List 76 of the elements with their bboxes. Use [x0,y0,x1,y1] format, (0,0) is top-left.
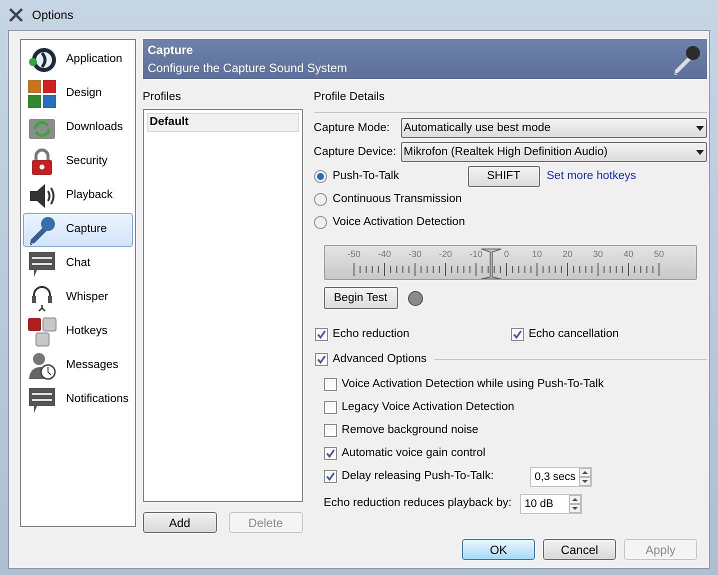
dropdown[interactable]: Mikrofon (Realtek High Definition Audio) [400,142,707,162]
scale-label: 50 [654,249,664,260]
category-item[interactable]: Playback [23,179,133,213]
speech-bubble-icon [27,249,57,279]
speech-bubble-icon [27,385,57,415]
dialog-button[interactable]: OK [462,539,535,560]
dropdown-arrow-icon [696,150,704,155]
checkbox[interactable] [324,424,337,438]
profiles-label: Profiles [142,90,182,105]
keys-icon [27,317,57,347]
dialog-button[interactable]: Cancel [543,539,616,560]
scale-label: -40 [378,249,391,260]
window-title: Options [32,7,74,24]
dropdown-label: Capture Mode: [314,120,391,136]
scale-label: -10 [469,249,482,260]
checkbox-label[interactable]: Advanced Options [332,350,427,368]
microphone-icon [27,215,57,245]
profile-item[interactable]: Default [146,113,299,132]
section-title: Capture [148,42,194,59]
radio-button[interactable] [314,170,327,183]
scale-label: 0 [504,249,509,260]
radio-button[interactable] [314,216,327,229]
scale-label: 40 [623,249,634,260]
user-clock-icon [27,351,57,381]
category-item[interactable]: Security [23,145,133,179]
checkbox[interactable] [314,352,328,366]
headset-logo-icon [27,45,57,75]
checkbox[interactable] [510,328,524,342]
hotkeys-link[interactable]: Set more hotkeys [546,168,636,185]
category-item[interactable]: Whisper [23,281,133,315]
category-item[interactable]: Notifications [23,383,133,417]
scale-label: 30 [592,249,603,260]
radio-label[interactable]: Push-To-Talk [332,168,400,185]
checkbox[interactable] [324,378,337,392]
begin-test-button[interactable]: Begin Test [324,287,398,310]
checkbox-label[interactable]: Echo cancellation [528,326,619,344]
category-item[interactable]: Capture [23,213,133,247]
radio-label[interactable]: Voice Activation Detection [332,214,465,231]
checkbox-label[interactable]: Remove background noise [342,422,478,440]
color-tiles-icon [27,79,57,109]
dropdown-label: Capture Device: [314,144,397,160]
category-item[interactable]: Chat [23,247,133,281]
radio-button[interactable] [314,192,327,206]
checkbox[interactable] [324,401,337,414]
scale-label: -50 [347,249,360,260]
category-item[interactable]: Design [23,77,133,111]
speaker-icon [27,181,57,211]
section-subtitle: Configure the Capture Sound System [148,60,348,77]
hotkey-button[interactable]: SHIFT [468,166,540,187]
checkbox[interactable] [324,470,337,484]
checkbox-label[interactable]: Voice Activation Detection while using Push-To-Talk [342,376,604,394]
spin-arrows-icon[interactable] [568,494,581,513]
profile-button[interactable]: Add [142,512,217,534]
scale-label: 20 [562,249,572,260]
microphone-icon [672,43,702,75]
scale-label: -30 [408,249,422,260]
category-item[interactable]: Hotkeys [23,315,133,349]
checkbox-label[interactable]: Legacy Voice Activation Detection [342,399,514,416]
scale-label: -20 [438,249,452,260]
checkbox[interactable] [314,328,328,342]
checkbox-label[interactable]: Automatic voice gain control [342,445,486,462]
dropdown-arrow-icon [696,126,704,131]
details-label: Profile Details [314,90,386,105]
scale-label: 10 [532,249,542,260]
checkbox-label[interactable]: Delay releasing Push-To-Talk: [342,468,525,486]
radio-label[interactable]: Continuous Transmission [332,190,462,208]
checkbox-label[interactable]: Echo reduction [332,326,410,344]
dropdown[interactable]: Automatically use best mode [400,118,707,138]
category-item[interactable]: Downloads [23,111,133,145]
delay-spinbox[interactable]: 0,3 secs [530,466,592,487]
checkbox[interactable] [324,447,337,460]
category-item[interactable]: Application [23,43,133,77]
category-item[interactable]: Messages [23,349,133,383]
spinbox-label: Echo reduction reduces playback by: [324,496,513,512]
echo-reduction-spinbox[interactable]: 10 dB [520,494,582,514]
spin-arrows-icon[interactable] [578,468,591,486]
